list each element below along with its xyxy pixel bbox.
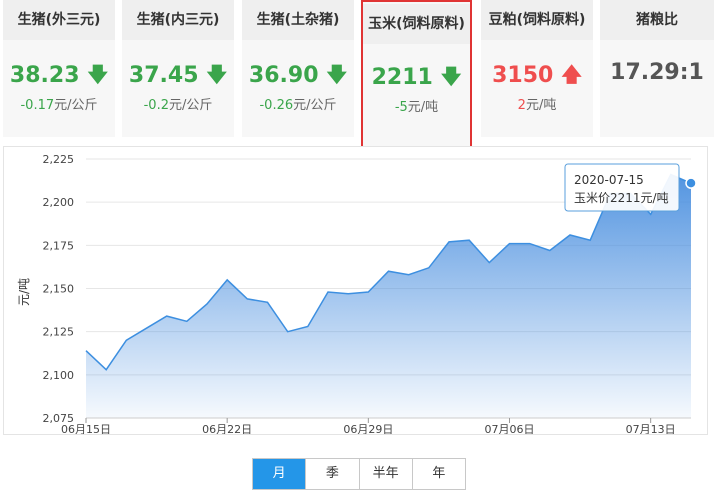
tooltip-date: 2020-07-15 bbox=[574, 173, 644, 187]
x-tick-label: 07月06日 bbox=[485, 423, 535, 434]
tab-quarter[interactable]: 季 bbox=[306, 459, 360, 489]
y-tick-label: 2,150 bbox=[43, 283, 75, 296]
up-arrow-icon: 🡅 bbox=[561, 62, 582, 86]
card-pig-neisanyuan[interactable]: 生猪(内三元) 37.45 🡇 -0.2元/公斤 bbox=[122, 0, 234, 137]
card-title: 生猪(内三元) bbox=[122, 0, 234, 40]
price-chart: 2,075 2,100 2,125 2,150 2,175 2,200 2,225 06月1… bbox=[3, 146, 708, 436]
x-tick-label: 06月22日 bbox=[202, 423, 252, 434]
highlighted-data-point[interactable] bbox=[685, 177, 697, 189]
y-tick-label: 2,175 bbox=[43, 239, 75, 252]
change-value: -0.26 bbox=[259, 98, 294, 113]
range-switcher: 月 季 半年 年 bbox=[252, 458, 466, 490]
down-arrow-icon: 🡇 bbox=[206, 62, 228, 86]
x-tick-label: 07月13日 bbox=[626, 423, 676, 434]
tab-half-year[interactable]: 半年 bbox=[360, 459, 413, 489]
chart-tooltip: 2020-07-15 玉米价2211元/吨 bbox=[564, 163, 680, 212]
change-unit: 元/吨 bbox=[407, 100, 439, 115]
price-value: 3150 bbox=[492, 63, 554, 88]
y-tick-label: 2,200 bbox=[43, 196, 75, 209]
card-change: -5元/吨 bbox=[363, 96, 470, 115]
x-tick-label: 06月15日 bbox=[61, 423, 111, 434]
card-pig-tuzazhu[interactable]: 生猪(土杂猪) 36.90 🡇 -0.26元/公斤 bbox=[242, 0, 354, 137]
change-unit: 元/吨 bbox=[525, 98, 557, 113]
card-price: 3150 🡅 bbox=[481, 60, 593, 94]
card-soybean-meal[interactable]: 豆粕(饲料原料) 3150 🡅 2元/吨 bbox=[481, 0, 593, 137]
price-cards: 生猪(外三元) 38.23 🡇 -0.17元/公斤 生猪(内三元) 37.45 🡇 … bbox=[0, 0, 717, 151]
down-arrow-icon: 🡇 bbox=[326, 62, 348, 86]
down-arrow-icon: 🡇 bbox=[87, 62, 109, 86]
down-arrow-icon: 🡇 bbox=[440, 64, 462, 88]
price-value: 17.29:1 bbox=[610, 60, 704, 85]
card-title: 玉米(饲料原料) bbox=[363, 4, 470, 44]
card-pig-waisanyuan[interactable]: 生猪(外三元) 38.23 🡇 -0.17元/公斤 bbox=[3, 0, 115, 137]
change-value: -0.2 bbox=[143, 98, 169, 113]
y-tick-label: 2,100 bbox=[43, 369, 75, 382]
card-pig-grain-ratio[interactable]: 猪粮比 17.29:1 bbox=[600, 0, 714, 137]
change-unit: 元/公斤 bbox=[168, 98, 213, 113]
change-unit: 元/公斤 bbox=[54, 98, 98, 113]
change-unit: 元/公斤 bbox=[293, 98, 337, 113]
price-value: 37.45 bbox=[128, 63, 199, 88]
price-value: 38.23 bbox=[9, 63, 80, 88]
y-tick-label: 2,225 bbox=[43, 153, 75, 166]
card-title: 豆粕(饲料原料) bbox=[481, 0, 593, 40]
chart-svg: 2,0752,1002,1252,1502,1752,2002,225 06月1… bbox=[17, 153, 697, 436]
tab-year[interactable]: 年 bbox=[413, 459, 465, 489]
tooltip-value: 玉米价2211元/吨 bbox=[574, 191, 669, 205]
card-price: 17.29:1 bbox=[600, 60, 714, 85]
price-value: 2211 bbox=[371, 65, 433, 90]
card-title: 猪粮比 bbox=[600, 0, 714, 40]
x-tick-label: 06月29日 bbox=[343, 423, 393, 434]
x-tick-labels: 06月15日 06月22日 06月29日 07月06日 07月13日 bbox=[61, 417, 691, 436]
change-value: -0.17 bbox=[20, 98, 55, 113]
card-change: -0.26元/公斤 bbox=[242, 94, 354, 113]
y-axis-label: 元/吨 bbox=[17, 278, 31, 306]
card-change: 2元/吨 bbox=[481, 94, 593, 113]
card-price: 37.45 🡇 bbox=[122, 60, 234, 94]
card-title: 生猪(外三元) bbox=[3, 0, 115, 40]
card-price: 2211 🡇 bbox=[363, 62, 470, 96]
card-title: 生猪(土杂猪) bbox=[242, 0, 354, 40]
y-tick-label: 2,125 bbox=[43, 326, 75, 339]
card-price: 38.23 🡇 bbox=[3, 60, 115, 94]
y-tick-labels: 2,0752,1002,1252,1502,1752,2002,225 bbox=[43, 153, 75, 425]
price-value: 36.90 bbox=[248, 63, 319, 88]
card-corn[interactable]: 玉米(饲料原料) 2211 🡇 -5元/吨 bbox=[361, 0, 472, 151]
card-change: -0.2元/公斤 bbox=[122, 94, 234, 113]
card-price: 36.90 🡇 bbox=[242, 60, 354, 94]
card-change: -0.17元/公斤 bbox=[3, 94, 115, 113]
change-value: 2 bbox=[517, 98, 526, 113]
change-value: -5 bbox=[394, 100, 408, 115]
tab-month[interactable]: 月 bbox=[253, 459, 307, 489]
